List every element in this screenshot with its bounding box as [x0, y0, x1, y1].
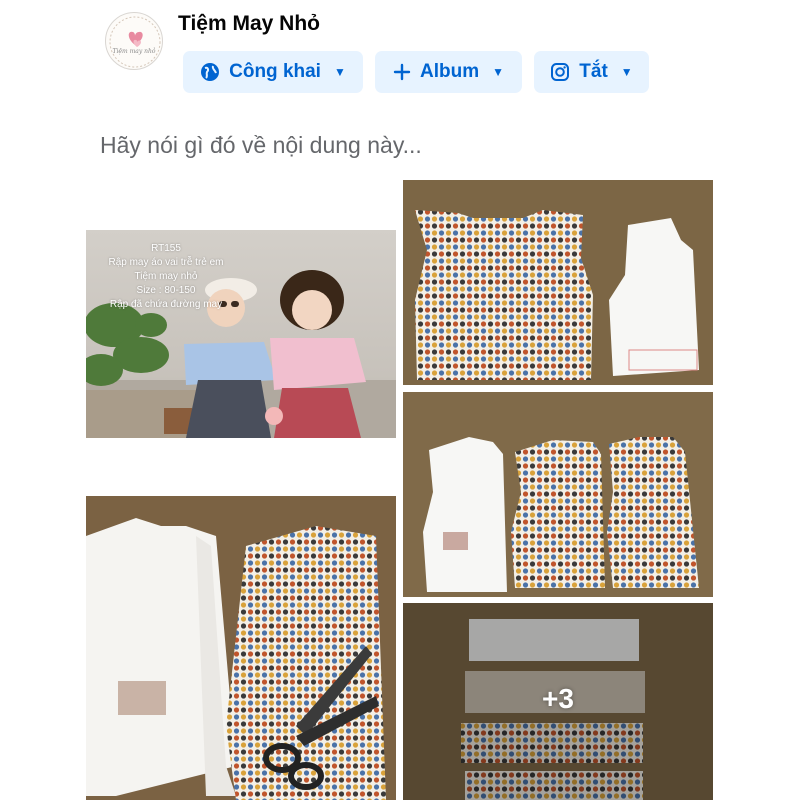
- post-text-input[interactable]: Hãy nói gì đó về nội dung này...: [100, 132, 422, 159]
- overlay-line: RT155: [151, 243, 181, 254]
- photo-pattern-4[interactable]: [86, 496, 396, 800]
- photo-more[interactable]: +3: [403, 603, 713, 800]
- photo-cover[interactable]: RT155 Rập may áo vai trễ trẻ em Tiệm may…: [86, 230, 396, 438]
- instagram-icon: [551, 63, 570, 81]
- overlay-line: Tiệm may nhỏ: [134, 271, 198, 282]
- page-name[interactable]: Tiệm May Nhỏ: [178, 12, 320, 36]
- instagram-label: Tắt: [579, 61, 608, 82]
- photo-pattern-3[interactable]: [403, 392, 713, 597]
- heart-logo-icon: [109, 16, 161, 68]
- avatar-brand-text: Tiệm may nhỏ: [112, 48, 156, 55]
- privacy-label: Công khai: [229, 61, 321, 82]
- caret-down-icon: ▼: [492, 65, 504, 79]
- album-label: Album: [420, 61, 480, 82]
- photo-pattern-2[interactable]: [403, 180, 713, 385]
- caret-down-icon: ▼: [333, 65, 346, 79]
- more-photos-count: +3: [542, 683, 574, 714]
- page-avatar[interactable]: Tiệm may nhỏ: [105, 12, 163, 70]
- overlay-line: Rập may áo vai trễ trẻ em: [108, 257, 224, 268]
- instagram-share-button[interactable]: Tắt ▼: [534, 51, 649, 93]
- pattern-photo-image: [423, 437, 699, 592]
- album-button[interactable]: Album ▼: [375, 51, 522, 93]
- globe-icon: [201, 63, 220, 81]
- plus-icon: [393, 63, 411, 81]
- cover-overlay-text: RT155 Rập may áo vai trễ trẻ em Tiệm may…: [86, 242, 246, 312]
- pattern-photo-image: [415, 210, 699, 380]
- pattern-photo-image: [86, 518, 386, 800]
- privacy-button[interactable]: Công khai ▼: [183, 51, 363, 93]
- overlay-line: Size : 80-150: [136, 285, 196, 296]
- overlay-line: Rập đã chứa đường may: [109, 299, 223, 310]
- caret-down-icon: ▼: [620, 65, 633, 79]
